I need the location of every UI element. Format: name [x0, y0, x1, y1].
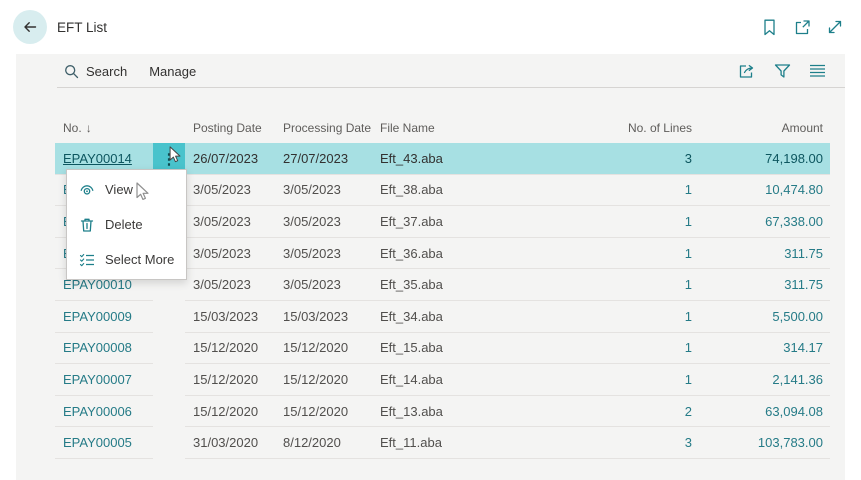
select-more-icon [79, 252, 95, 268]
row-amount-link[interactable]: 74,198.00 [692, 143, 830, 175]
choose-columns-icon[interactable] [807, 61, 827, 81]
row-file-name: Eft_13.aba [372, 396, 548, 428]
column-header-amount[interactable]: Amount [692, 89, 830, 143]
row-processing-date: 15/12/2020 [275, 396, 372, 428]
column-header-rowmenu [153, 89, 185, 143]
row-menu-cell: ⋮ [153, 396, 185, 428]
row-posting-date: 3/05/2023 [185, 175, 275, 207]
row-no-link[interactable]: EPAY00007 [55, 364, 153, 396]
column-header-processing-date[interactable]: Processing Date [275, 89, 372, 143]
row-no-link[interactable]: EPAY00006 [55, 396, 153, 428]
row-no-of-lines-link[interactable]: 1 [548, 301, 692, 333]
table-header-row: No. ↓ Posting Date Processing Date File … [55, 89, 830, 143]
row-amount-link[interactable]: 2,141.36 [692, 364, 830, 396]
column-header-no[interactable]: No. ↓ [55, 89, 153, 143]
row-context-menu: View Delete Select More [66, 169, 187, 280]
row-amount-link[interactable]: 67,338.00 [692, 206, 830, 238]
column-header-file-name[interactable]: File Name [372, 89, 548, 143]
column-header-no-of-lines[interactable]: No. of Lines [548, 89, 692, 143]
row-posting-date: 15/12/2020 [185, 364, 275, 396]
row-file-name: Eft_36.aba [372, 238, 548, 270]
row-file-name: Eft_43.aba [372, 143, 548, 175]
table-row[interactable]: EPAY00009 ⋮ 15/03/2023 15/03/2023 Eft_34… [55, 301, 830, 333]
row-no-of-lines-link[interactable]: 1 [548, 364, 692, 396]
row-amount-link[interactable]: 314.17 [692, 333, 830, 365]
search-label: Search [86, 64, 127, 79]
row-no-of-lines-link[interactable]: 1 [548, 333, 692, 365]
row-amount-link[interactable]: 103,783.00 [692, 427, 830, 459]
menu-item-select-more[interactable]: Select More [67, 242, 186, 277]
topbar-icon-group [759, 0, 845, 54]
delete-trash-icon [79, 217, 95, 233]
column-header-posting-date[interactable]: Posting Date [185, 89, 275, 143]
row-processing-date: 3/05/2023 [275, 238, 372, 270]
row-posting-date: 15/12/2020 [185, 396, 275, 428]
row-no-of-lines-link[interactable]: 1 [548, 175, 692, 207]
expand-icon[interactable] [825, 17, 845, 37]
table-row[interactable]: EPAY00006 ⋮ 15/12/2020 15/12/2020 Eft_13… [55, 396, 830, 428]
table-row[interactable]: EPAY00007 ⋮ 15/12/2020 15/12/2020 Eft_14… [55, 364, 830, 396]
page-title: EFT List [57, 0, 107, 54]
row-no-link[interactable]: EPAY00008 [55, 333, 153, 365]
row-no-of-lines-link[interactable]: 2 [548, 396, 692, 428]
row-processing-date: 3/05/2023 [275, 175, 372, 207]
share-icon[interactable] [737, 61, 757, 81]
row-posting-date: 3/05/2023 [185, 238, 275, 270]
row-processing-date: 27/07/2023 [275, 143, 372, 175]
row-posting-date: 26/07/2023 [185, 143, 275, 175]
list-toolbar: Search Manage [16, 54, 845, 88]
row-amount-link[interactable]: 63,094.08 [692, 396, 830, 428]
row-amount-link[interactable]: 311.75 [692, 269, 830, 301]
row-processing-date: 3/05/2023 [275, 269, 372, 301]
bookmark-icon[interactable] [759, 17, 779, 37]
row-menu-cell: ⋮ [153, 301, 185, 333]
row-no-of-lines-link[interactable]: 1 [548, 206, 692, 238]
row-no-link[interactable]: EPAY00009 [55, 301, 153, 333]
toolbar-divider [57, 87, 845, 88]
row-amount-link[interactable]: 311.75 [692, 238, 830, 270]
manage-label: Manage [149, 64, 196, 79]
top-bar: EFT List [0, 0, 861, 54]
row-no-of-lines-link[interactable]: 1 [548, 238, 692, 270]
row-no-of-lines-link[interactable]: 3 [548, 427, 692, 459]
row-no-of-lines-link[interactable]: 3 [548, 143, 692, 175]
row-file-name: Eft_11.aba [372, 427, 548, 459]
table-row[interactable]: EPAY00008 ⋮ 15/12/2020 15/12/2020 Eft_15… [55, 333, 830, 365]
row-no-link[interactable]: EPAY00005 [55, 427, 153, 459]
row-file-name: Eft_37.aba [372, 206, 548, 238]
row-posting-date: 3/05/2023 [185, 269, 275, 301]
row-menu-cell: ⋮ [153, 364, 185, 396]
back-button[interactable] [13, 10, 47, 44]
row-posting-date: 3/05/2023 [185, 206, 275, 238]
row-menu-cell: ⋮ [153, 333, 185, 365]
row-processing-date: 15/12/2020 [275, 333, 372, 365]
row-file-name: Eft_15.aba [372, 333, 548, 365]
menu-item-view[interactable]: View [67, 172, 186, 207]
row-processing-date: 15/03/2023 [275, 301, 372, 333]
manage-button[interactable]: Manage [149, 64, 196, 79]
search-icon [64, 64, 79, 79]
back-arrow-icon [22, 19, 38, 35]
row-file-name: Eft_14.aba [372, 364, 548, 396]
row-processing-date: 8/12/2020 [275, 427, 372, 459]
search-button[interactable]: Search [64, 64, 127, 79]
sort-descending-icon: ↓ [86, 121, 92, 135]
menu-item-delete[interactable]: Delete [67, 207, 186, 242]
row-posting-date: 15/03/2023 [185, 301, 275, 333]
open-in-new-window-icon[interactable] [792, 17, 812, 37]
row-menu-cell: ⋮ [153, 427, 185, 459]
row-posting-date: 31/03/2020 [185, 427, 275, 459]
row-processing-date: 3/05/2023 [275, 206, 372, 238]
view-eye-icon [79, 182, 95, 198]
row-amount-link[interactable]: 10,474.80 [692, 175, 830, 207]
row-file-name: Eft_38.aba [372, 175, 548, 207]
row-file-name: Eft_34.aba [372, 301, 548, 333]
filter-icon[interactable] [772, 61, 792, 81]
row-file-name: Eft_35.aba [372, 269, 548, 301]
row-processing-date: 15/12/2020 [275, 364, 372, 396]
row-no-of-lines-link[interactable]: 1 [548, 269, 692, 301]
row-posting-date: 15/12/2020 [185, 333, 275, 365]
table-row[interactable]: EPAY00005 ⋮ 31/03/2020 8/12/2020 Eft_11.… [55, 427, 830, 459]
row-amount-link[interactable]: 5,500.00 [692, 301, 830, 333]
